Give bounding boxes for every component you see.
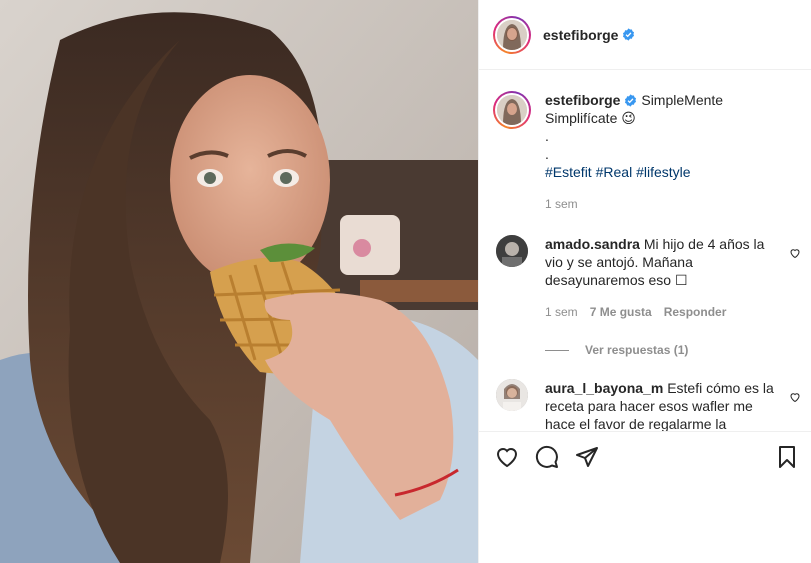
comments-area[interactable]: estefiborge SimpleMente Simplifícate 😉 .… (479, 71, 811, 431)
author-username[interactable]: estefiborge (543, 27, 618, 43)
comment-icon[interactable] (535, 445, 559, 469)
comment-item: amado.sandra Mi hijo de 4 años la vio y … (493, 235, 800, 321)
comment-timestamp[interactable]: 1 sem (545, 303, 578, 321)
post-header: estefiborge (479, 0, 811, 70)
hashtag-link[interactable]: #lifestyle (636, 164, 690, 180)
author-avatar[interactable] (493, 15, 531, 54)
heart-icon[interactable] (495, 445, 519, 469)
reply-button[interactable]: Responder (664, 303, 727, 321)
comment-heart-icon[interactable] (789, 391, 801, 403)
post-caption: estefiborge SimpleMente Simplifícate 😉 .… (493, 71, 795, 213)
hashtag-link[interactable]: #Estefit (545, 164, 592, 180)
caption-dot: . (545, 146, 549, 162)
verified-badge-icon (625, 94, 637, 107)
view-replies-button[interactable]: Ver respuestas (1) (545, 343, 795, 357)
caption-username[interactable]: estefiborge (545, 92, 620, 108)
replies-divider (545, 349, 569, 351)
commenter-avatar[interactable] (496, 379, 528, 411)
comment-item: aura_l_bayona_m Estefi cómo es la receta… (493, 379, 800, 431)
post-photo[interactable] (0, 0, 478, 563)
wink-emoji: 😉 (621, 110, 636, 126)
caption-timestamp[interactable]: 1 sem (545, 195, 795, 213)
post-side-panel: estefiborge estefiborge SimpleMente Simp… (478, 0, 811, 563)
selfie-image (0, 0, 478, 563)
hashtag-link[interactable]: #Real (596, 164, 633, 180)
action-bar (479, 431, 811, 481)
view-replies-label: Ver respuestas (1) (585, 343, 689, 357)
commenter-username[interactable]: aura_l_bayona_m (545, 380, 663, 396)
paper-plane-icon[interactable] (575, 445, 599, 469)
commenter-avatar[interactable] (496, 235, 528, 267)
bookmark-icon[interactable] (775, 445, 799, 469)
caption-avatar[interactable] (493, 91, 531, 129)
verified-badge-icon (623, 28, 635, 41)
caption-hashtags: #Estefit #Real #lifestyle (545, 163, 795, 181)
commenter-username[interactable]: amado.sandra (545, 236, 640, 252)
comment-heart-icon[interactable] (789, 247, 801, 259)
comment-likes[interactable]: 7 Me gusta (590, 303, 652, 321)
caption-dot: . (545, 128, 549, 144)
